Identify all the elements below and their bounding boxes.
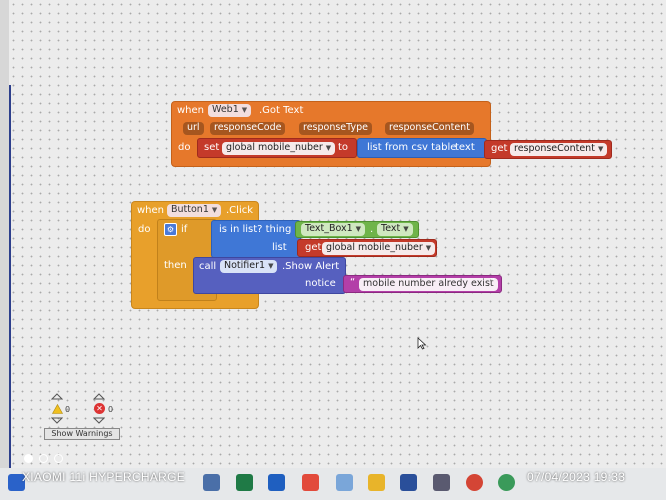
when-keyword: when — [137, 205, 165, 216]
list-socket-label: list — [272, 242, 287, 253]
set-keyword: set — [204, 142, 220, 153]
web1-label: Web1 — [212, 104, 239, 115]
device-watermark: XIAOMI 11i HYPERCHARGE — [22, 470, 186, 484]
chevron-down-icon: ▼ — [425, 244, 432, 252]
chevron-down-icon: ▼ — [355, 225, 362, 233]
call-keyword: call — [199, 261, 217, 272]
chrome-icon[interactable] — [466, 474, 483, 491]
button1-component-dropdown[interactable]: Button1 ▼ — [167, 204, 222, 217]
is-in-list-label: is in list? thing — [219, 224, 292, 235]
error-count: 0 — [108, 405, 114, 414]
button1-label: Button1 — [171, 204, 209, 215]
quote-open: “ — [350, 277, 356, 288]
timestamp-watermark: 07/04/2023 19:33 — [527, 470, 626, 484]
do-keyword: do — [138, 224, 151, 235]
text-property-label: Text — [381, 223, 401, 234]
mouse-cursor-icon — [417, 337, 427, 350]
text-socket-label: text — [455, 142, 475, 153]
to-keyword: to — [338, 142, 349, 153]
alert-message-text[interactable]: mobile number alredy exist — [359, 278, 498, 291]
variable-name: global mobile_nuber — [226, 142, 323, 153]
got-text-event-name: .Got Text — [259, 105, 304, 116]
response-content-label: responseContent — [514, 143, 595, 154]
web1-component-dropdown[interactable]: Web1 ▼ — [208, 104, 252, 117]
when-keyword: when — [177, 105, 205, 116]
chevron-down-icon: ▼ — [211, 206, 218, 214]
notifier-component-dropdown[interactable]: Notifier1 ▼ — [220, 260, 278, 273]
watermark-dot — [54, 454, 63, 463]
mobile-nuber-label: global mobile_nuber — [326, 242, 423, 253]
watermark-dot — [24, 454, 33, 463]
wps-icon[interactable] — [302, 474, 319, 491]
if-keyword: if — [181, 224, 188, 235]
photos-icon[interactable] — [336, 474, 353, 491]
gear-icon[interactable]: ⚙ — [164, 223, 177, 236]
media-app-icon[interactable] — [433, 474, 450, 491]
error-triangle-up-icon[interactable] — [93, 393, 105, 400]
list-from-csv-table-label: list from csv table — [367, 142, 457, 153]
param-response-type[interactable]: responseType — [299, 122, 372, 135]
warning-triangle-up-icon[interactable] — [51, 393, 63, 400]
text-property-dropdown[interactable]: Text ▼ — [377, 223, 413, 236]
response-content-dropdown[interactable]: responseContent ▼ — [510, 143, 608, 156]
notifier-label: Notifier1 — [224, 260, 266, 271]
chevron-down-icon: ▼ — [597, 145, 604, 153]
taskbar-app-icon[interactable] — [498, 474, 515, 491]
param-url[interactable]: url — [183, 122, 204, 135]
chevron-down-icon: ▼ — [268, 262, 274, 270]
file-explorer-icon[interactable] — [368, 474, 385, 491]
then-keyword: then — [164, 260, 187, 271]
param-response-code[interactable]: responseCode — [210, 122, 286, 135]
warning-triangle-down-icon[interactable] — [51, 417, 63, 424]
excel-icon[interactable] — [236, 474, 253, 491]
error-triangle-down-icon[interactable] — [93, 417, 105, 424]
variable-dropdown[interactable]: global mobile_nuber ▼ — [222, 142, 336, 155]
param-response-content[interactable]: responseContent — [385, 122, 474, 135]
taskbar-app-icon[interactable] — [203, 474, 220, 491]
show-warnings-button[interactable]: Show Warnings — [44, 428, 120, 440]
workspace-scrollbar[interactable] — [9, 85, 11, 470]
warnings-panel: 0 ✕ 0 Show Warnings — [42, 390, 122, 442]
get-keyword: get — [491, 143, 508, 154]
chevron-down-icon: ▼ — [403, 225, 409, 233]
textbox-component-dropdown[interactable]: Text_Box1 ▼ — [301, 223, 366, 236]
do-keyword: do — [178, 142, 191, 153]
document-app-icon[interactable] — [400, 474, 417, 491]
outlook-icon[interactable] — [268, 474, 285, 491]
show-alert-method: .Show Alert — [282, 261, 340, 272]
chevron-down-icon: ▼ — [325, 144, 332, 152]
dot-separator: . — [370, 224, 374, 235]
error-icon: ✕ — [94, 403, 105, 414]
watermark-dot — [39, 454, 48, 463]
quote-close: ” — [490, 277, 496, 288]
click-event-name: .Click — [226, 205, 254, 216]
alert-message-label: mobile number alredy exist — [363, 278, 494, 289]
chevron-down-icon: ▼ — [241, 106, 248, 114]
warning-count: 0 — [65, 405, 71, 414]
textbox-label: Text_Box1 — [305, 223, 353, 234]
screen-bezel — [0, 0, 9, 468]
warning-icon — [52, 404, 63, 414]
mobile-nuber-dropdown[interactable]: global mobile_nuber ▼ — [322, 242, 436, 255]
notice-socket-label: notice — [305, 278, 336, 289]
get-keyword: get — [305, 242, 322, 253]
